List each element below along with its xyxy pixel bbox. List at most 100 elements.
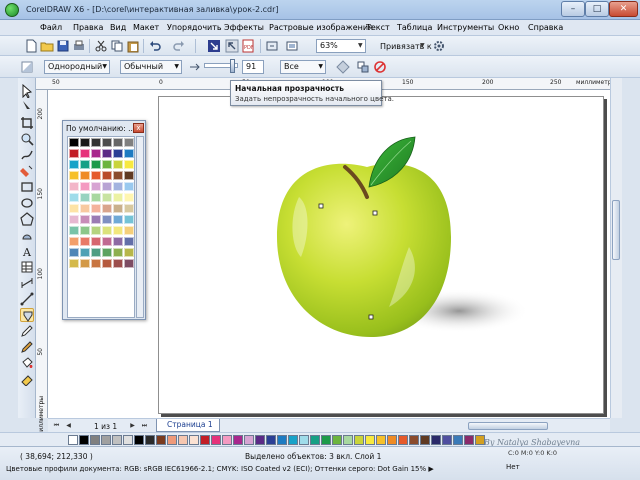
application-launcher-icon[interactable] [265,39,279,53]
freehand-tool-icon[interactable] [20,148,34,162]
color-swatch[interactable] [244,435,254,445]
transparency-node[interactable] [318,203,324,209]
connector-tool-icon[interactable] [20,292,34,306]
docker-close-button[interactable]: x [133,123,144,133]
palette-swatch[interactable] [113,149,123,158]
palette-swatch[interactable] [80,149,90,158]
palette-swatch[interactable] [80,248,90,257]
palette-swatch[interactable] [124,171,134,180]
outline-pen-tool-icon[interactable] [20,340,34,354]
options-gear-icon[interactable] [432,39,446,53]
palette-swatch[interactable] [102,171,112,180]
color-swatch[interactable] [123,435,133,445]
color-swatch[interactable] [343,435,353,445]
palette-swatch[interactable] [124,237,134,246]
table-tool-icon[interactable] [20,260,34,274]
palette-swatch[interactable] [91,138,101,147]
print-icon[interactable] [72,39,86,53]
next-page-icon[interactable]: ▶ [128,421,137,430]
palette-swatch[interactable] [102,215,112,224]
color-swatch[interactable] [200,435,210,445]
palette-swatch[interactable] [69,248,79,257]
color-swatch[interactable] [178,435,188,445]
first-page-icon[interactable]: ⏮ [52,421,61,430]
palette-swatch[interactable] [91,215,101,224]
palette-swatch[interactable] [124,182,134,191]
publish-pdf-icon[interactable]: PDF [241,39,255,53]
palette-swatch[interactable] [91,259,101,268]
chevron-down-icon[interactable]: ▼ [358,42,363,49]
merge-mode-dropdown[interactable]: Обычный ▼ [120,60,182,74]
zoom-tool-icon[interactable] [20,132,34,146]
color-swatch[interactable] [167,435,177,445]
palette-swatch[interactable] [113,204,123,213]
cut-icon[interactable] [94,39,108,53]
color-swatch[interactable] [112,435,122,445]
welcome-screen-icon[interactable] [285,39,299,53]
color-swatch[interactable] [156,435,166,445]
menu-arrange[interactable]: Упорядочить [167,23,222,32]
palette-swatch[interactable] [69,237,79,246]
document-page[interactable] [158,96,604,414]
color-swatch[interactable] [277,435,287,445]
docker-scrollbar[interactable] [136,136,144,318]
smart-fill-tool-icon[interactable] [20,164,34,178]
crop-tool-icon[interactable] [20,116,34,130]
palette-swatch[interactable] [80,204,90,213]
text-tool-icon[interactable]: A [20,244,34,258]
copy-transparency-icon[interactable] [356,60,370,74]
chevron-down-icon[interactable]: ▼ [420,42,425,49]
palette-swatch[interactable] [91,204,101,213]
palette-swatch[interactable] [113,171,123,180]
palette-swatch[interactable] [124,193,134,202]
palette-swatch[interactable] [69,171,79,180]
color-swatch[interactable] [398,435,408,445]
palette-swatch[interactable] [80,193,90,202]
palette-swatch[interactable] [80,182,90,191]
menu-bitmaps[interactable]: Растровые изображения [269,23,373,32]
palette-swatch[interactable] [124,248,134,257]
palette-swatch[interactable] [102,226,112,235]
palette-swatch[interactable] [91,226,101,235]
close-button[interactable]: ✕ [609,1,638,17]
color-palette-docker[interactable]: По умолчанию: ... x [62,120,146,320]
palette-swatch[interactable] [91,160,101,169]
shape-tool-icon[interactable] [20,100,34,114]
eyedropper-tool-icon[interactable] [20,324,34,338]
import-icon[interactable] [207,39,221,53]
coreldraw-app-icon[interactable] [5,3,19,17]
palette-swatch[interactable] [102,248,112,257]
palette-swatch[interactable] [113,259,123,268]
palette-swatch[interactable] [102,182,112,191]
color-swatch[interactable] [79,435,89,445]
color-swatch[interactable] [233,435,243,445]
dimension-tool-icon[interactable] [20,276,34,290]
palette-swatch[interactable] [91,193,101,202]
menu-table[interactable]: Таблица [397,23,432,32]
horizontal-scroll-thumb[interactable] [468,422,548,430]
color-swatch[interactable] [365,435,375,445]
ellipse-tool-icon[interactable] [20,196,34,210]
apply-target-dropdown[interactable]: Все ▼ [280,60,326,74]
palette-swatch[interactable] [124,149,134,158]
palette-swatch[interactable] [69,215,79,224]
minimize-button[interactable]: – [561,1,585,17]
color-swatch[interactable] [332,435,342,445]
basic-shapes-tool-icon[interactable] [20,228,34,242]
palette-swatch[interactable] [80,226,90,235]
pick-tool-icon[interactable] [20,84,34,98]
color-swatch[interactable] [255,435,265,445]
color-swatch[interactable] [453,435,463,445]
color-swatch[interactable] [222,435,232,445]
polygon-tool-icon[interactable] [20,212,34,226]
save-icon[interactable] [56,39,70,53]
palette-swatch[interactable] [124,226,134,235]
palette-swatch[interactable] [91,149,101,158]
color-swatch[interactable] [321,435,331,445]
palette-swatch[interactable] [102,204,112,213]
transparency-node[interactable] [372,210,378,216]
palette-swatch[interactable] [80,171,90,180]
open-folder-icon[interactable] [40,39,54,53]
color-swatch[interactable] [464,435,474,445]
export-icon[interactable] [225,39,239,53]
